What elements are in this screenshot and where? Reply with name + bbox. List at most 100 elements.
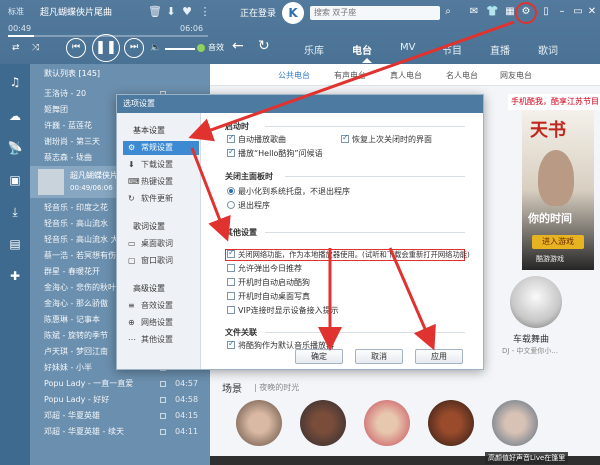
radio-dot[interactable] xyxy=(227,201,235,209)
previous-button[interactable]: ⏮ xyxy=(66,38,86,58)
playlist-header[interactable]: 默认列表 [145] xyxy=(30,68,210,82)
next-button[interactable]: ⏭ xyxy=(124,38,144,58)
search-icon[interactable]: ⌕ xyxy=(442,6,454,18)
volume-icon[interactable]: 🔈 xyxy=(150,43,161,53)
scene-cover-5[interactable] xyxy=(492,400,538,446)
mobile-icon[interactable]: ▯ xyxy=(540,6,552,18)
side-item-label: 音效设置 xyxy=(141,301,173,310)
dialog-title[interactable]: 选项设置 xyxy=(117,95,483,113)
checkbox-desktop-photo[interactable]: 开机时自动桌面写真 xyxy=(227,292,310,302)
checkbox-autoplay[interactable]: 自动播放歌曲 xyxy=(227,133,286,145)
ok-button[interactable]: 确定 xyxy=(295,349,343,364)
checkbox-box[interactable] xyxy=(227,248,235,258)
scene-cover-4[interactable] xyxy=(428,400,474,446)
radio-exit-program[interactable]: 退出程序 xyxy=(227,201,270,211)
checkbox-autostart[interactable]: 开机时自动启动酷狗 xyxy=(227,278,310,288)
checkbox-greeting[interactable]: 播放“Hello酷狗”问候语 xyxy=(227,147,323,159)
game-ad[interactable]: 天书 你的时间 进入游戏 酷游游戏 xyxy=(522,110,594,270)
more-icon[interactable]: ⋮ xyxy=(198,5,212,19)
side-item-update[interactable]: ↻ 软件更新 xyxy=(123,192,199,206)
checkbox-box[interactable] xyxy=(341,133,349,143)
checkbox-restore-ui[interactable]: 恢复上次关闭时的界面 xyxy=(341,133,432,145)
checkbox-daily-recommend[interactable]: 允许弹出今日推荐 xyxy=(227,264,302,274)
side-item-network[interactable]: ⊕ 网络设置 xyxy=(123,316,199,330)
tab-mv[interactable]: MV xyxy=(400,42,415,53)
checkbox-box[interactable] xyxy=(227,278,235,286)
shuffle-icon[interactable]: ⤨ xyxy=(32,43,39,53)
cancel-button[interactable]: 取消 xyxy=(355,349,403,364)
volume-slider[interactable] xyxy=(165,48,195,50)
login-status[interactable]: 正在登录 xyxy=(240,6,276,19)
mini-mode-icon[interactable]: ▭ xyxy=(572,6,584,18)
sound-mode-label[interactable]: 标准 xyxy=(8,6,24,17)
apply-button[interactable]: 应用 xyxy=(415,349,463,364)
side-item-sound[interactable]: ≡ 音效设置 xyxy=(123,299,199,313)
track-name: 好妹妹 - 小半 xyxy=(44,363,92,372)
tab-live[interactable]: 直播 xyxy=(490,42,510,57)
delete-icon[interactable]: 🗑 xyxy=(148,5,162,19)
devices-icon[interactable]: ▤ xyxy=(7,236,23,252)
search-input[interactable] xyxy=(310,6,440,20)
car-radio-title[interactable]: 车载舞曲 xyxy=(513,332,549,345)
scene-cover-1[interactable] xyxy=(236,400,282,446)
radio-dot[interactable] xyxy=(227,187,235,195)
subtab-user[interactable]: 网友电台 xyxy=(500,70,532,81)
checkbox-box[interactable] xyxy=(227,264,235,272)
checkbox-box[interactable] xyxy=(227,147,235,157)
pause-button[interactable]: ❚❚ xyxy=(92,34,120,62)
track-select-box[interactable] xyxy=(160,381,166,387)
apps-icon[interactable]: ✚ xyxy=(7,268,23,284)
subtab-audio[interactable]: 有声电台 xyxy=(334,70,366,81)
list-item[interactable]: 邓超 - 华夏英雄 - 续天 04:11 xyxy=(30,424,210,440)
ad-play-button[interactable]: 进入游戏 xyxy=(532,235,584,249)
list-item[interactable]: Popu Lady - 好好 04:58 xyxy=(30,392,210,408)
side-item-hotkey[interactable]: ⌨ 热键设置 xyxy=(123,175,199,189)
tab-programs[interactable]: 节目 xyxy=(442,42,462,57)
tab-library[interactable]: 乐库 xyxy=(304,42,324,57)
promo-banner[interactable]: 手机酷我，酷享江苏节目 xyxy=(508,94,600,110)
download-manager-icon[interactable]: ⤓ xyxy=(7,204,23,220)
car-radio-cover[interactable] xyxy=(510,276,562,328)
radio-minimize-tray[interactable]: 最小化到系统托盘，不退出程序 xyxy=(227,187,350,197)
checkbox-box[interactable] xyxy=(227,292,235,300)
list-item[interactable]: Popu Lady - 一直一直爱 04:57 xyxy=(30,376,210,392)
local-music-icon[interactable]: ▣ xyxy=(7,172,23,188)
side-item-download[interactable]: ⬇ 下载设置 xyxy=(123,158,199,172)
checkbox-box[interactable] xyxy=(227,339,235,349)
sound-effect-label[interactable]: 音效 xyxy=(208,42,224,53)
checkbox-device-prompt[interactable]: VIP连接时显示设备接入提示 xyxy=(227,306,339,316)
side-item-general[interactable]: ⚙ 常规设置 xyxy=(123,141,199,155)
tab-radio[interactable]: 电台 xyxy=(352,42,372,57)
track-select-box[interactable] xyxy=(160,397,166,403)
side-item-other[interactable]: ⋯ 其他设置 xyxy=(123,333,199,347)
message-icon[interactable]: ✉ xyxy=(468,6,480,18)
skin-icon[interactable]: 👕 xyxy=(486,6,498,18)
subtab-public[interactable]: 公共电台 xyxy=(278,70,310,81)
scene-cover-3[interactable] xyxy=(364,400,410,446)
track-select-box[interactable] xyxy=(160,413,166,419)
subtab-celebrity[interactable]: 名人电台 xyxy=(446,70,478,81)
playlist-mode-icon[interactable]: ⇄ xyxy=(12,43,20,53)
checkbox-box[interactable] xyxy=(227,133,235,143)
close-icon[interactable]: ✕ xyxy=(586,6,598,18)
download-icon[interactable]: ⬇ xyxy=(164,5,178,19)
refresh-icon[interactable]: ↻ xyxy=(258,38,270,54)
tab-lyrics[interactable]: 歌词 xyxy=(538,42,558,57)
ad-subtitle: 你的时间 xyxy=(528,212,572,225)
subtab-real[interactable]: 真人电台 xyxy=(390,70,422,81)
checkbox-disable-network[interactable]: 关闭网络功能，作为本地播放器使用。(试听和下载会重新打开网络功能) xyxy=(227,248,470,260)
radio-icon[interactable]: 📡 xyxy=(7,140,23,156)
track-select-box[interactable] xyxy=(160,429,166,435)
back-icon[interactable]: ← xyxy=(232,38,244,54)
list-item[interactable]: 邓超 - 华夏英雄 04:15 xyxy=(30,408,210,424)
live-promo-text[interactable]: 高颜值好声音Live在篷里 xyxy=(485,452,569,464)
music-list-icon[interactable]: ♫ xyxy=(7,74,23,90)
side-item-desktop-lyrics[interactable]: ▭ 桌面歌词 xyxy=(123,237,199,251)
checkbox-box[interactable] xyxy=(227,306,235,314)
favorite-icon[interactable]: ♥ xyxy=(180,5,194,19)
kugou-logo[interactable]: K xyxy=(282,2,304,24)
minimize-icon[interactable]: – xyxy=(556,6,568,18)
scene-cover-2[interactable] xyxy=(300,400,346,446)
cloud-icon[interactable]: ☁ xyxy=(7,108,23,124)
side-item-window-lyrics[interactable]: ▢ 窗口歌词 xyxy=(123,254,199,268)
